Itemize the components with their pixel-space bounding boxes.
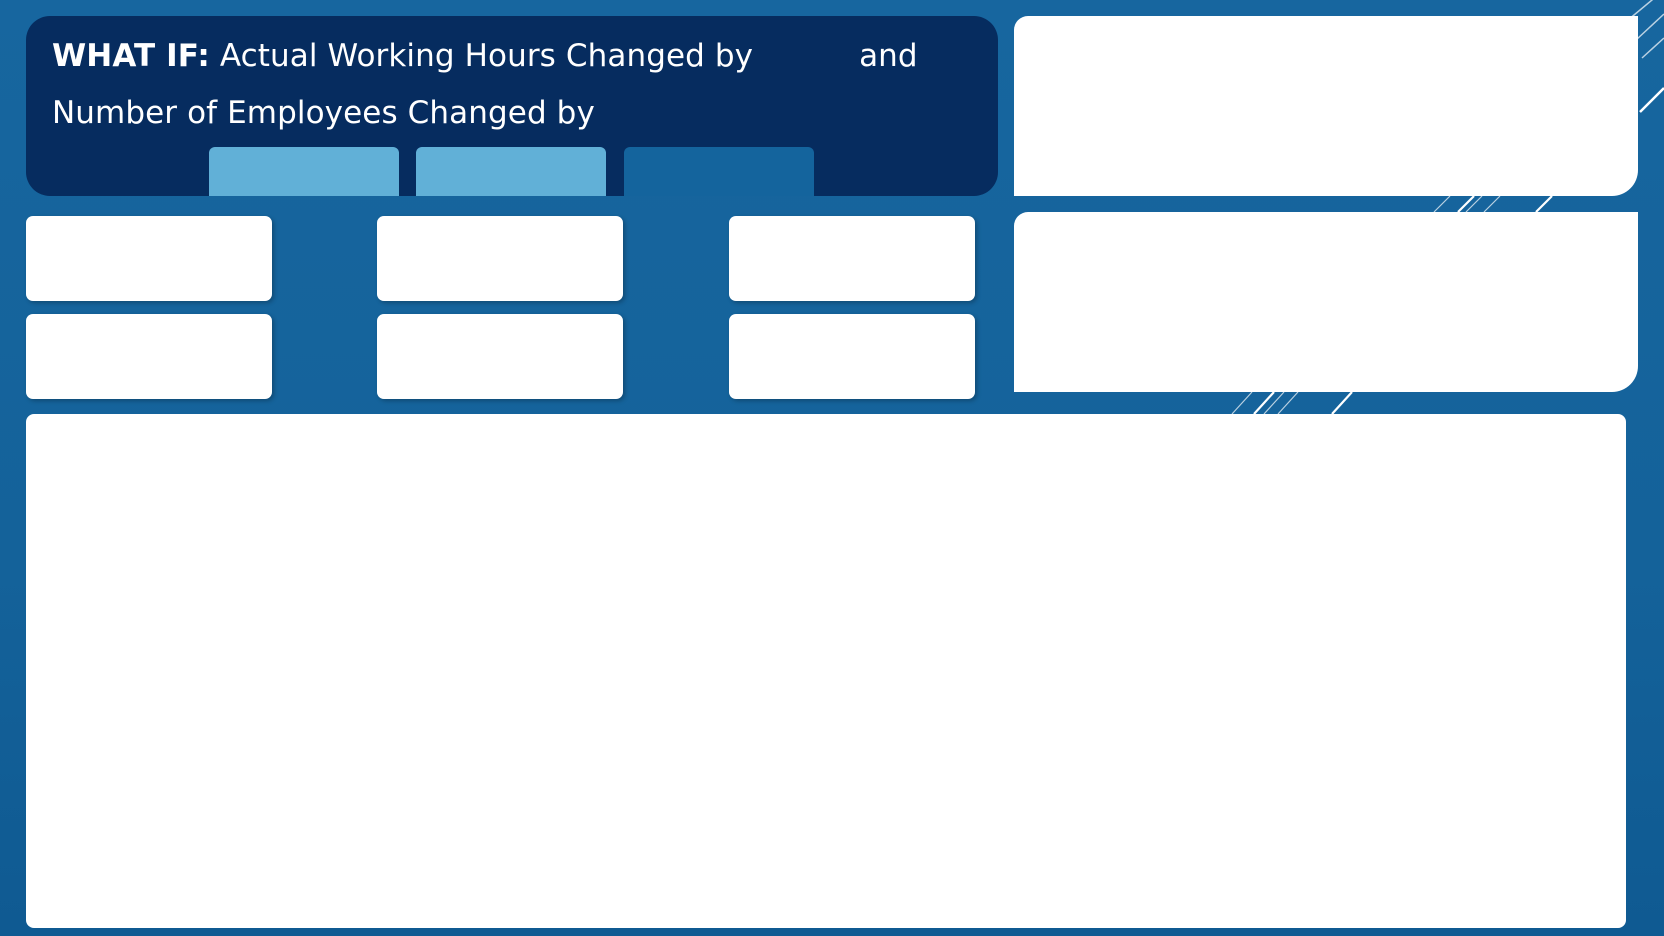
what-if-line-2: Number of Employees Changed by [52, 95, 595, 131]
and-label: and [859, 38, 918, 74]
decorative-slashes-mid [1433, 195, 1553, 213]
what-if-line-1: WHAT IF: Actual Working Hours Changed by… [52, 38, 918, 74]
tab-3[interactable] [624, 147, 814, 196]
tab-2[interactable] [416, 147, 606, 196]
kpi-card-6 [729, 314, 975, 399]
decorative-slashes-bottom [1231, 391, 1353, 415]
what-if-prefix: WHAT IF: [52, 38, 210, 74]
kpi-card-5 [377, 314, 623, 399]
what-if-header-panel: WHAT IF: Actual Working Hours Changed by… [26, 16, 998, 196]
working-hours-label: Actual Working Hours Changed by [219, 38, 754, 74]
tab-1[interactable] [209, 147, 399, 196]
main-content-panel [26, 414, 1626, 928]
kpi-card-3 [729, 216, 975, 301]
kpi-card-2 [377, 216, 623, 301]
right-panel-top [1014, 16, 1638, 196]
kpi-card-4 [26, 314, 272, 399]
right-panel-middle [1014, 212, 1638, 392]
kpi-card-1 [26, 216, 272, 301]
employees-label: Number of Employees Changed by [52, 95, 595, 131]
